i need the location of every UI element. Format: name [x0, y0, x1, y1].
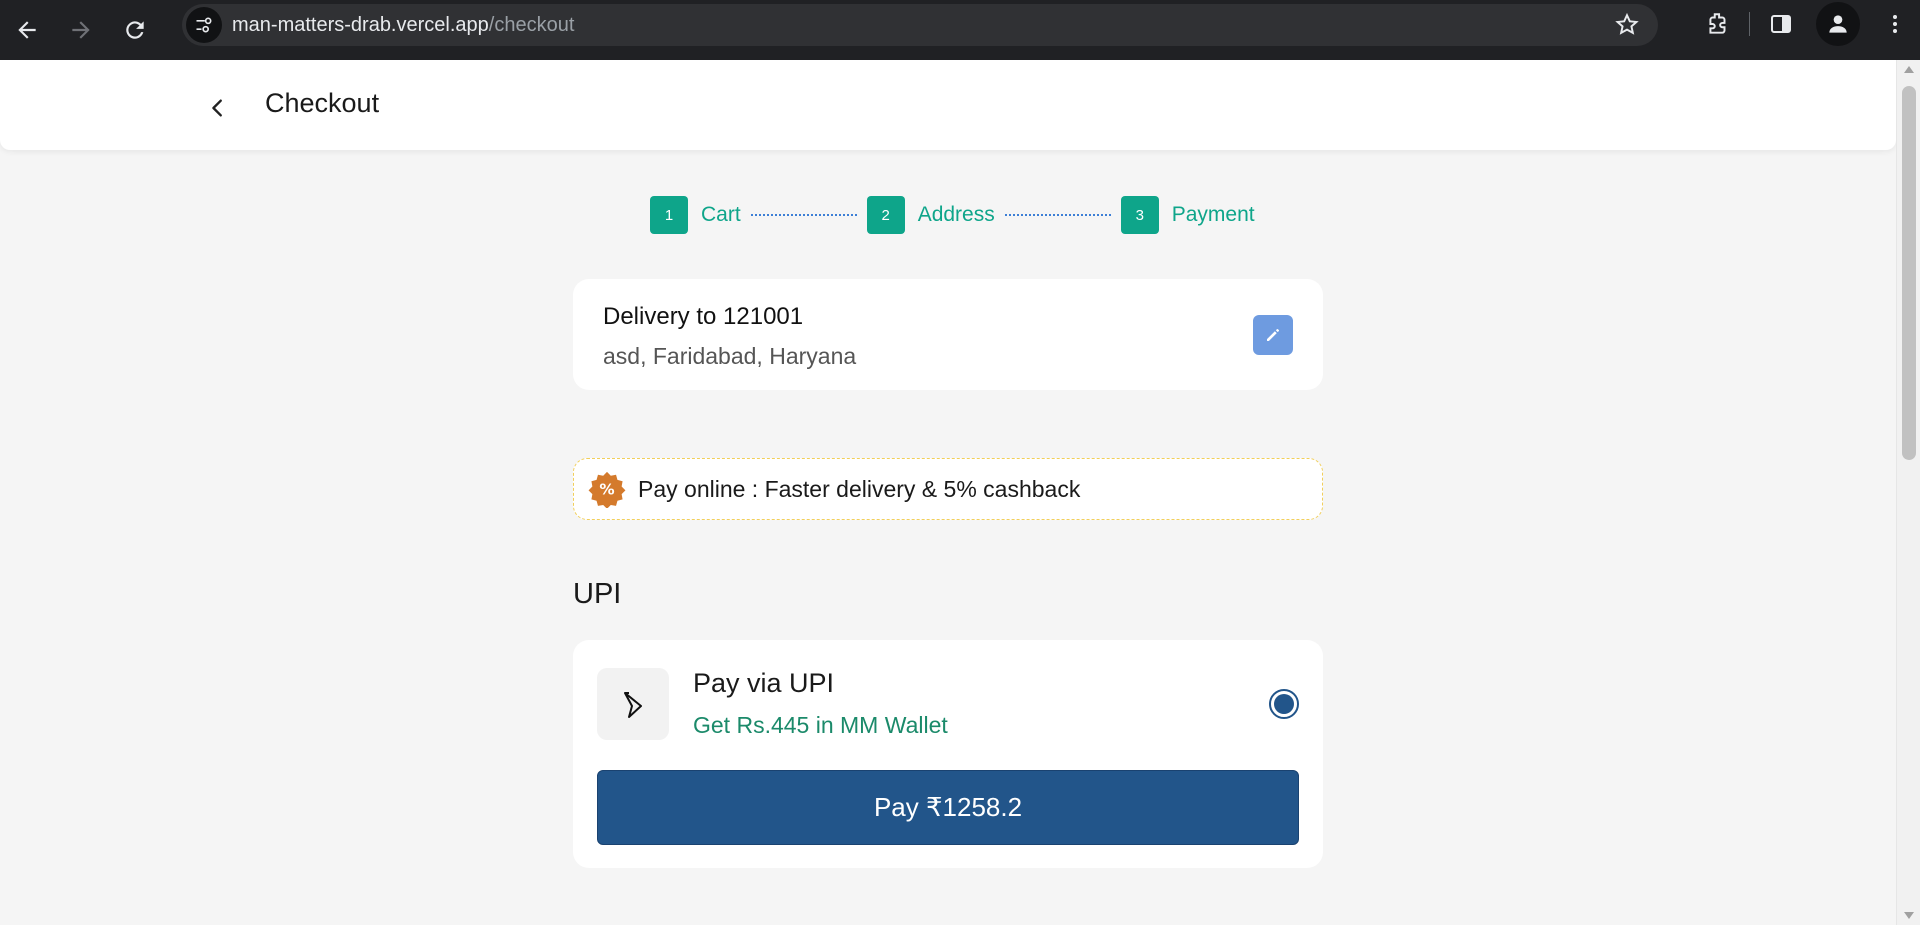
step-1-label: Cart — [701, 203, 741, 226]
promo-text: Pay online : Faster delivery & 5% cashba… — [638, 475, 1081, 502]
url-host: man-matters-drab.vercel.app — [232, 13, 489, 36]
toolbar-divider — [1749, 12, 1750, 36]
reload-icon[interactable] — [108, 6, 162, 54]
menu-kebab-icon[interactable] — [1870, 0, 1920, 48]
delivery-title: Delivery to 121001 — [603, 303, 804, 330]
site-info-icon[interactable] — [186, 7, 222, 43]
extensions-icon[interactable] — [1693, 0, 1743, 48]
scroll-thumb[interactable] — [1902, 86, 1916, 460]
upi-option-name: Pay via UPI — [693, 668, 835, 698]
step-connector — [750, 214, 857, 216]
url-path: /checkout — [488, 13, 575, 36]
step-2-label: Address — [917, 203, 995, 226]
forward-arrow-icon[interactable] — [54, 6, 108, 54]
upi-radio-button[interactable] — [1269, 689, 1299, 719]
step-3-number: 3 — [1120, 196, 1159, 234]
delivery-card: Delivery to 121001 asd, Faridabad, Harya… — [573, 279, 1323, 390]
checkout-page: Checkout 1 Cart 2 Address 3 Payment Deli… — [0, 60, 1896, 925]
back-chevron-icon[interactable] — [200, 90, 236, 126]
upi-payment-card[interactable]: Pay via UPI Get Rs.445 in MM Wallet Pay … — [573, 640, 1323, 868]
scroll-down-arrow-icon[interactable] — [1904, 912, 1914, 919]
profile-avatar-icon[interactable] — [1816, 2, 1860, 46]
promo-banner: % Pay online : Faster delivery & 5% cash… — [573, 458, 1323, 520]
step-2-number: 2 — [866, 196, 905, 234]
scroll-up-arrow-icon[interactable] — [1904, 66, 1914, 73]
page-scrollbar[interactable] — [1896, 60, 1920, 925]
side-panel-icon[interactable] — [1756, 0, 1806, 48]
back-arrow-icon[interactable] — [0, 6, 54, 54]
delivery-address: asd, Faridabad, Haryana — [603, 343, 857, 369]
upi-logo-icon — [597, 668, 669, 740]
svg-text:%: % — [599, 481, 614, 499]
browser-toolbar: man-matters-drab.vercel.app/checkout — [0, 0, 1920, 60]
pay-button[interactable]: Pay ₹1258.2 — [597, 770, 1299, 845]
toolbar-right — [1693, 0, 1920, 48]
upi-option-offer: Get Rs.445 in MM Wallet — [693, 712, 948, 738]
page-header: Checkout — [0, 60, 1896, 150]
payment-section-title: UPI — [573, 578, 622, 610]
discount-badge-icon: % — [588, 470, 626, 508]
radio-selected-dot — [1274, 694, 1294, 714]
address-bar[interactable]: man-matters-drab.vercel.app/checkout — [182, 4, 1658, 46]
bookmark-star-icon[interactable] — [1614, 12, 1640, 43]
step-1-number: 1 — [650, 196, 688, 234]
checkout-stepper: 1 Cart 2 Address 3 Payment — [650, 196, 1255, 234]
url-text: man-matters-drab.vercel.app/checkout — [232, 14, 574, 37]
pencil-icon — [1267, 329, 1279, 341]
edit-address-button[interactable] — [1253, 315, 1293, 355]
page-title: Checkout — [265, 88, 380, 118]
step-3-label: Payment — [1171, 203, 1255, 226]
step-connector — [1004, 214, 1111, 216]
